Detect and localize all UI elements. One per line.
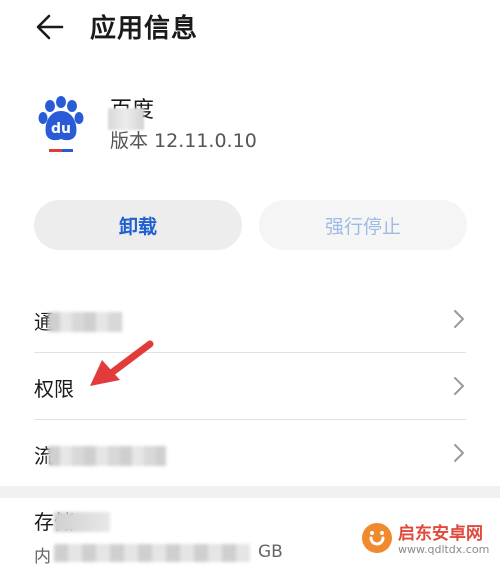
chevron-right-icon	[454, 310, 464, 328]
watermark: 启东安卓网 www.qdltdx.com	[356, 516, 496, 566]
redacted-text	[54, 544, 250, 562]
app-icon: du	[36, 96, 86, 156]
storage-unit: GB	[258, 542, 283, 562]
chevron-right-icon	[454, 444, 464, 462]
force-stop-button[interactable]: 强行停止	[259, 200, 467, 250]
settings-item-data-usage[interactable]: 流	[34, 420, 466, 486]
settings-item-permissions[interactable]: 权限	[34, 353, 466, 420]
page-title: 应用信息	[90, 14, 199, 44]
watermark-logo-icon	[362, 523, 392, 553]
back-button[interactable]	[34, 10, 68, 44]
settings-list: 通 权限 流	[0, 286, 500, 486]
uninstall-button[interactable]: 卸载	[34, 200, 242, 250]
app-version: 版本 12.11.0.10	[110, 130, 257, 152]
redacted-text	[48, 312, 122, 332]
redacted-text	[48, 446, 166, 466]
watermark-name: 启东安卓网	[398, 524, 483, 544]
section-divider	[0, 486, 500, 498]
chevron-right-icon	[454, 377, 464, 395]
header: 应用信息	[0, 0, 500, 56]
settings-item-notifications[interactable]: 通	[34, 286, 466, 353]
app-info: du 百度 版本 12.11.0.10	[0, 86, 500, 166]
settings-item-label: 权限	[34, 377, 74, 401]
baidu-paw-icon: du	[38, 96, 84, 152]
storage-subtitle-prefix: 内	[34, 547, 51, 567]
arrow-left-icon	[36, 14, 64, 40]
svg-text:du: du	[51, 121, 71, 137]
watermark-url: www.qdltdx.com	[398, 543, 490, 556]
redacted-text	[54, 512, 110, 532]
